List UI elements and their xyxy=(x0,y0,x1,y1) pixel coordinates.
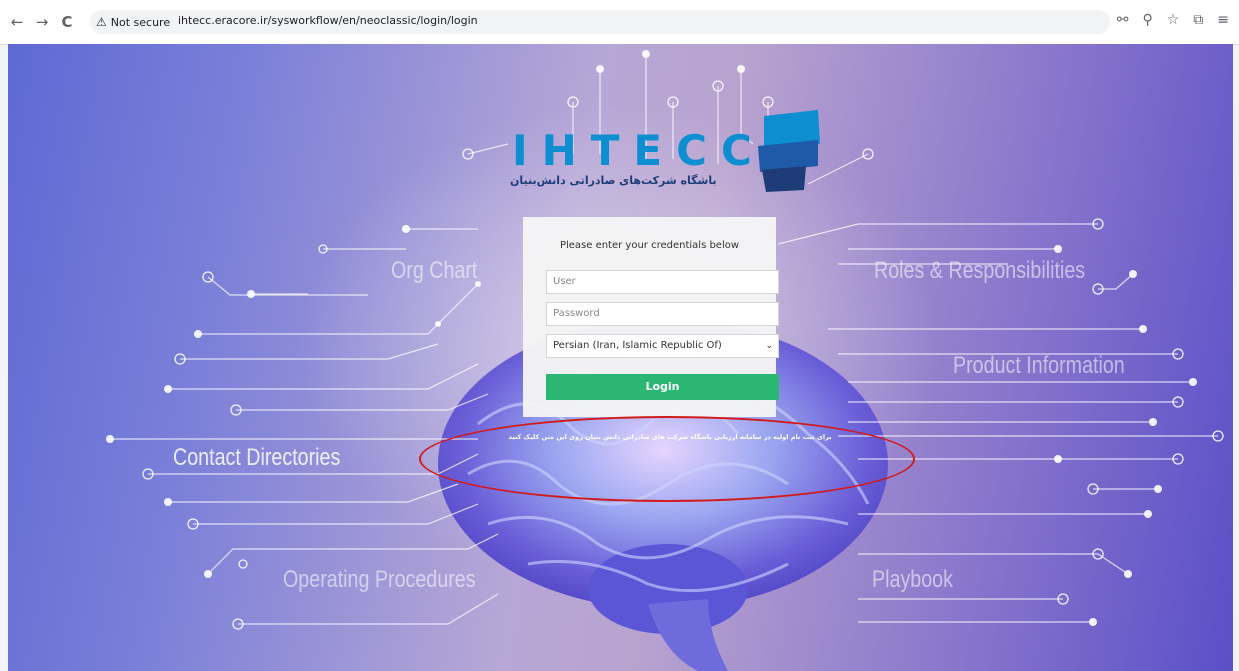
reload-icon[interactable]: C xyxy=(58,13,76,31)
user-input[interactable]: User xyxy=(546,270,779,294)
extensions-icon[interactable]: ⧉ xyxy=(1193,12,1203,28)
browser-tools: ⚯ ⚲ ☆ ⧉ ≡ xyxy=(1117,12,1229,28)
security-label: Not secure xyxy=(110,15,171,29)
url-text[interactable]: ihtecc.eracore.ir/sysworkflow/en/neoclas… xyxy=(178,14,478,27)
warning-icon: ⚠ xyxy=(96,15,107,29)
forward-icon[interactable]: → xyxy=(33,13,51,31)
login-page: Org Chart Roles & Responsibilities Produ… xyxy=(8,44,1233,671)
browser-toolbar: ← → C ⚠ Not secure ihtecc.eracore.ir/sys… xyxy=(0,0,1239,45)
password-placeholder: Password xyxy=(553,308,600,319)
zoom-icon[interactable]: ⚲ xyxy=(1142,12,1152,28)
bg-label-operating-procedures: Operating Procedures xyxy=(283,566,476,593)
menu-icon[interactable]: ≡ xyxy=(1217,12,1229,28)
bookmark-star-icon[interactable]: ☆ xyxy=(1167,12,1180,28)
back-icon[interactable]: ← xyxy=(8,13,26,31)
red-annotation-ellipse xyxy=(419,416,915,502)
login-button[interactable]: Login xyxy=(546,374,779,400)
language-selected-value: Persian (Iran, Islamic Republic Of) xyxy=(553,340,722,351)
bg-label-product-info: Product Information xyxy=(953,352,1125,379)
logo-emblem-icon xyxy=(758,110,820,192)
bg-label-contact-directories: Contact Directories xyxy=(173,444,341,471)
login-heading: Please enter your credentials below xyxy=(559,240,740,251)
security-chip[interactable]: ⚠ Not secure xyxy=(96,13,170,31)
bg-label-playbook: Playbook xyxy=(872,566,953,593)
bg-label-roles: Roles & Responsibilities xyxy=(874,257,1086,284)
address-bar[interactable]: ⚠ Not secure ihtecc.eracore.ir/sysworkfl… xyxy=(90,10,1110,34)
logo-wordmark: IHTECC xyxy=(512,126,766,175)
language-select[interactable]: Persian (Iran, Islamic Republic Of) ⌄ xyxy=(546,334,779,358)
login-form: Please enter your credentials below User… xyxy=(523,217,779,417)
password-input[interactable]: Password xyxy=(546,302,779,326)
chevron-down-icon: ⌄ xyxy=(765,341,773,351)
bg-label-org-chart: Org Chart xyxy=(391,257,478,284)
ihtecc-logo: IHTECC باشگاه شرکت‌های صادراتی دانش‌بنیا… xyxy=(506,106,826,196)
password-key-icon[interactable]: ⚯ xyxy=(1117,12,1129,28)
logo-subtitle: باشگاه شرکت‌های صادراتی دانش‌بنیان xyxy=(510,174,717,187)
user-placeholder: User xyxy=(553,276,576,287)
